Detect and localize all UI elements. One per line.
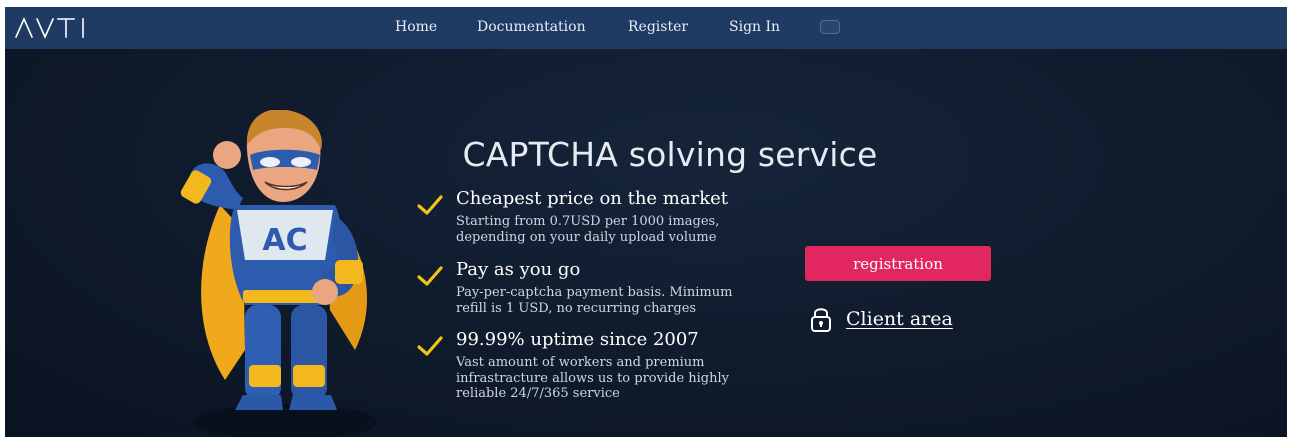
logo-glyph-icon	[15, 17, 84, 39]
nav-documentation-link[interactable]: Documentation	[477, 19, 586, 35]
feature-title: Pay as you go	[456, 259, 581, 280]
feature-cheapest-price: Cheapest price on the market Starting fr…	[417, 188, 777, 250]
mascot-illustration: AC	[165, 109, 390, 437]
checkmark-icon	[417, 195, 443, 215]
checkmark-icon	[417, 336, 443, 356]
svg-text:AC: AC	[262, 223, 307, 258]
feature-title: 99.99% uptime since 2007	[456, 329, 699, 350]
nav-signin-link[interactable]: Sign In	[729, 19, 780, 35]
feature-description: Pay-per-captcha payment basis. Minimum r…	[456, 285, 733, 316]
client-area: Client area	[810, 305, 953, 333]
page-headline: CAPTCHA solving service	[462, 135, 878, 175]
feature-description: Starting from 0.7USD per 1000 images, de…	[456, 214, 720, 245]
feature-description: Vast amount of workers and premium infra…	[456, 355, 730, 401]
feature-pay-as-you-go: Pay as you go Pay-per-captcha payment ba…	[417, 259, 777, 321]
client-area-link[interactable]: Client area	[846, 308, 953, 330]
feature-title: Cheapest price on the market	[456, 188, 729, 209]
registration-button[interactable]: registration	[805, 246, 991, 281]
site-logo[interactable]	[15, 14, 89, 42]
nav-home-link[interactable]: Home	[395, 19, 437, 35]
feature-uptime: 99.99% uptime since 2007 Vast amount of …	[417, 329, 777, 409]
language-toggle-icon[interactable]	[820, 20, 840, 34]
checkmark-icon	[417, 266, 443, 286]
top-navbar: Home Documentation Register Sign In	[5, 7, 1287, 49]
nav-register-link[interactable]: Register	[628, 19, 688, 35]
lock-icon[interactable]	[810, 305, 832, 333]
page-frame: Home Documentation Register Sign In AC C…	[5, 7, 1287, 437]
